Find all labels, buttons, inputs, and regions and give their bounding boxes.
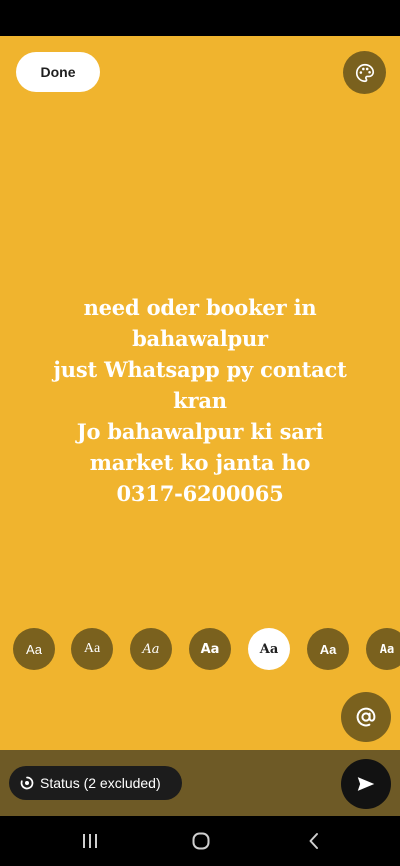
font-option-1[interactable]: Aa: [13, 628, 55, 670]
status-text[interactable]: need oder booker in bahawalpur just What…: [20, 292, 380, 509]
done-button[interactable]: Done: [16, 52, 100, 92]
home-icon: [192, 832, 210, 850]
home-button[interactable]: [186, 828, 216, 854]
status-ring-icon: [20, 776, 34, 790]
system-navigation-bar: [0, 816, 400, 866]
font-option-2[interactable]: Aa: [71, 628, 113, 670]
bottom-action-bar: Status (2 excluded): [0, 750, 400, 816]
status-audience-chip[interactable]: Status (2 excluded): [9, 766, 182, 800]
send-button[interactable]: [341, 759, 391, 809]
color-palette-button[interactable]: [343, 51, 386, 94]
system-status-bar: [0, 0, 400, 36]
font-option-6[interactable]: Aa: [307, 628, 349, 670]
status-canvas[interactable]: Done need oder booker in bahawalpur just…: [0, 36, 400, 750]
back-button[interactable]: [299, 828, 329, 854]
font-option-7[interactable]: Aa: [366, 628, 400, 670]
font-option-4[interactable]: Aa: [189, 628, 231, 670]
send-icon: [357, 777, 375, 791]
back-icon: [309, 833, 318, 849]
font-option-5-selected[interactable]: Aa: [248, 628, 290, 670]
recents-button[interactable]: [75, 828, 105, 854]
palette-icon: [355, 63, 374, 82]
status-audience-label: Status (2 excluded): [40, 775, 161, 791]
mention-button[interactable]: [341, 692, 391, 742]
at-sign-icon: [356, 707, 376, 727]
recents-icon: [83, 834, 97, 848]
font-option-3[interactable]: Aa: [130, 628, 172, 670]
font-style-selector: Aa Aa Aa Aa Aa Aa Aa: [0, 628, 400, 672]
